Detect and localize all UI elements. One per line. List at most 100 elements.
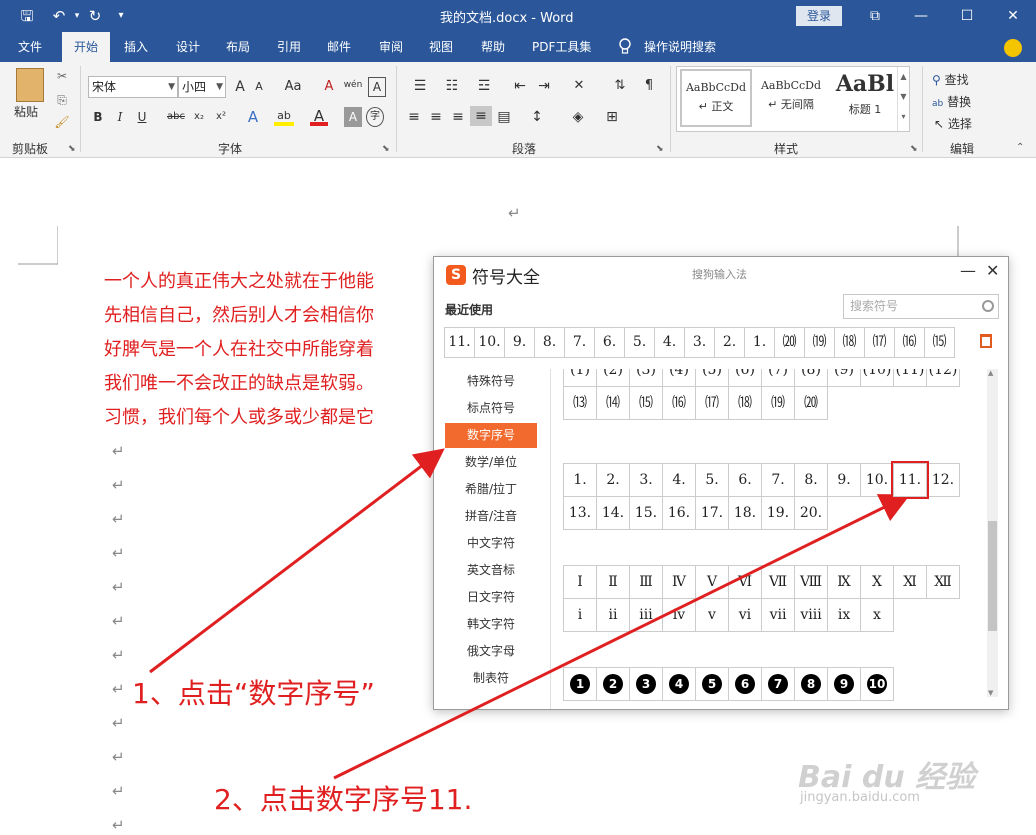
font-name-select[interactable]: 宋体 ▼ xyxy=(88,76,178,98)
symbol-cell[interactable]: Ⅳ xyxy=(662,565,696,599)
symbol-cell[interactable]: 18. xyxy=(728,496,762,530)
format-painter-icon[interactable]: 🖌 xyxy=(54,112,70,132)
char-shading-button[interactable]: A xyxy=(344,107,362,127)
dialog-close-button[interactable]: ✕ xyxy=(986,261,999,280)
login-button[interactable]: 登录 xyxy=(796,6,842,26)
decrease-indent-icon[interactable]: ⇤ xyxy=(510,76,530,96)
symbol-cell[interactable]: ⒁ xyxy=(596,386,630,420)
symbol-cell[interactable]: Ⅻ xyxy=(926,565,960,599)
bold-button[interactable]: B xyxy=(90,107,106,127)
symbol-cell[interactable]: 9. xyxy=(827,463,861,497)
style-normal[interactable]: AaBbCcDd ↵ 正文 xyxy=(680,69,752,127)
symbol-cell[interactable]: ⒆ xyxy=(761,386,795,420)
cut-icon[interactable]: ✂ xyxy=(54,66,70,86)
clear-format-button[interactable]: A xyxy=(320,77,338,97)
symbol-cell[interactable]: Ⅷ xyxy=(794,565,828,599)
maximize-button[interactable]: ☐ xyxy=(952,4,982,28)
symbol-cell[interactable]: Ⅲ xyxy=(629,565,663,599)
symbol-cell[interactable]: (12) xyxy=(926,369,960,387)
italic-button[interactable]: I xyxy=(112,107,128,127)
symbol-cell[interactable]: ⅵ xyxy=(728,598,762,632)
category-item[interactable]: 俄文字母 xyxy=(445,639,537,664)
grow-font-button[interactable]: A xyxy=(231,77,249,97)
find-button[interactable]: ⚲ 查找 xyxy=(932,70,969,90)
category-item[interactable]: 特殊符号 xyxy=(445,369,537,394)
symbol-cell[interactable]: 4 xyxy=(662,667,696,701)
strikethrough-button[interactable]: abc xyxy=(164,107,188,127)
tab-layout[interactable]: 布局 xyxy=(222,32,254,62)
numbering-icon[interactable]: ☷ xyxy=(440,76,464,96)
symbol-cell[interactable]: (7) xyxy=(761,369,795,387)
trash-icon[interactable] xyxy=(980,334,992,348)
symbol-cell[interactable]: Ⅸ xyxy=(827,565,861,599)
align-center-icon[interactable]: ≡ xyxy=(426,107,446,127)
symbol-cell[interactable]: 8 xyxy=(794,667,828,701)
align-right-icon[interactable]: ≡ xyxy=(448,107,468,127)
category-item[interactable]: 制表符 xyxy=(445,666,537,691)
shading-icon[interactable]: ◈ xyxy=(566,107,590,127)
grid-scrollbar[interactable]: ▲ ▼ xyxy=(987,369,998,697)
tab-design[interactable]: 设计 xyxy=(172,32,204,62)
symbol-cell[interactable]: ⅸ xyxy=(827,598,861,632)
search-icon[interactable] xyxy=(982,300,994,312)
category-item[interactable]: 英文音标 xyxy=(445,558,537,583)
subscript-button[interactable]: x₂ xyxy=(190,107,208,127)
symbol-cell[interactable]: Ⅶ xyxy=(761,565,795,599)
symbol-cell[interactable]: 7 xyxy=(761,667,795,701)
category-item[interactable]: 数学/单位 xyxy=(445,450,537,475)
increase-indent-icon[interactable]: ⇥ xyxy=(534,76,554,96)
symbol-cell[interactable]: 10 xyxy=(860,667,894,701)
symbol-cell[interactable]: 2. xyxy=(596,463,630,497)
symbol-cell[interactable]: 16. xyxy=(662,496,696,530)
scroll-down-icon[interactable]: ▼ xyxy=(988,689,993,697)
symbol-cell[interactable]: 7. xyxy=(761,463,795,497)
justify-icon[interactable]: ≡ xyxy=(470,106,492,126)
symbol-search-input[interactable]: 搜索符号 xyxy=(843,294,999,319)
symbol-cell[interactable]: 6 xyxy=(728,667,762,701)
scroll-thumb[interactable] xyxy=(988,521,997,631)
symbol-cell[interactable]: 3. xyxy=(629,463,663,497)
tab-file[interactable]: 文件 xyxy=(14,32,46,62)
tab-review[interactable]: 审阅 xyxy=(375,32,407,62)
char-border-button[interactable]: A xyxy=(368,77,386,97)
recent-symbol[interactable]: ⒇ xyxy=(774,327,805,358)
category-item[interactable]: 韩文字符 xyxy=(445,612,537,637)
symbol-cell[interactable]: ⒇ xyxy=(794,386,828,420)
symbol-cell[interactable]: ⒃ xyxy=(662,386,696,420)
show-marks-icon[interactable]: ¶ xyxy=(640,76,658,96)
replace-button[interactable]: ab 替换 xyxy=(932,92,971,112)
symbol-cell[interactable]: ⅷ xyxy=(794,598,828,632)
symbol-cell[interactable]: ⒀ xyxy=(563,386,597,420)
recent-symbol[interactable]: 1. xyxy=(744,327,775,358)
tab-view[interactable]: 视图 xyxy=(425,32,457,62)
symbol-cell[interactable]: 14. xyxy=(596,496,630,530)
category-item[interactable]: 数字序号 xyxy=(445,423,537,448)
recent-symbol[interactable]: ⒄ xyxy=(864,327,895,358)
save-icon[interactable]: 🖫 xyxy=(16,6,38,26)
symbol-cell[interactable]: 6. xyxy=(728,463,762,497)
font-color-button[interactable]: A xyxy=(310,106,328,126)
symbol-cell[interactable]: (5) xyxy=(695,369,729,387)
tab-references[interactable]: 引用 xyxy=(273,32,305,62)
dialog-minimize-button[interactable]: — xyxy=(960,261,976,280)
recent-symbol[interactable]: ⒆ xyxy=(804,327,835,358)
symbol-cell[interactable]: 10. xyxy=(860,463,894,497)
smiley-feedback-icon[interactable] xyxy=(1004,39,1022,57)
phonetic-guide-button[interactable]: wén xyxy=(342,75,364,95)
symbol-cell[interactable]: ⅱ xyxy=(596,598,630,632)
symbol-cell[interactable]: Ⅹ xyxy=(860,565,894,599)
recent-symbol[interactable]: ⒅ xyxy=(834,327,865,358)
symbol-cell[interactable]: 1. xyxy=(563,463,597,497)
paste-icon[interactable] xyxy=(16,68,44,102)
close-button[interactable]: ✕ xyxy=(998,4,1028,28)
symbol-cell[interactable]: Ⅱ xyxy=(596,565,630,599)
symbol-cell[interactable]: 9 xyxy=(827,667,861,701)
category-item[interactable]: 标点符号 xyxy=(445,396,537,421)
shrink-font-button[interactable]: A xyxy=(251,77,267,97)
symbol-cell[interactable]: 19. xyxy=(761,496,795,530)
symbol-cell[interactable]: (1) xyxy=(563,369,597,387)
paste-button[interactable]: 粘贴 xyxy=(14,102,38,122)
tab-home[interactable]: 开始 xyxy=(62,32,110,62)
customize-qa-icon[interactable]: ▾ xyxy=(110,6,132,26)
tab-insert[interactable]: 插入 xyxy=(120,32,152,62)
